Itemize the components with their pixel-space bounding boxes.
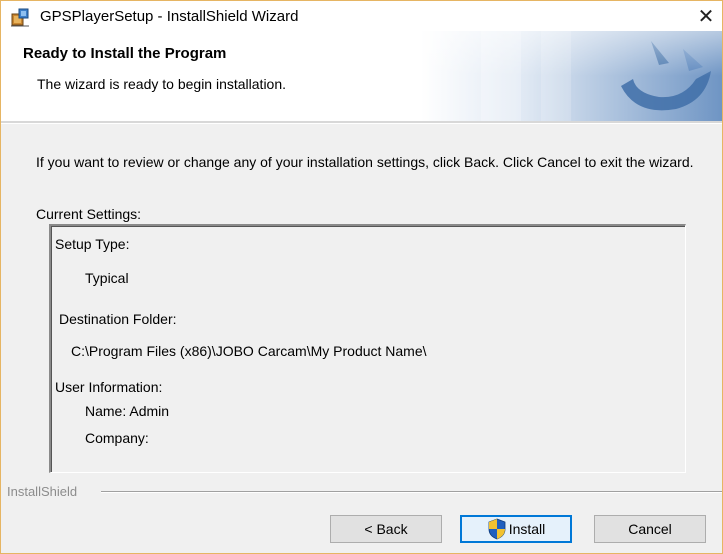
user-name-value: Name: Admin [85, 403, 170, 419]
setup-type-label: Setup Type: [55, 236, 130, 252]
installer-window: GPSPlayerSetup - InstallShield Wizard ✕ … [0, 0, 723, 554]
settings-summary[interactable]: Setup Type: Typical Destination Folder: … [49, 224, 686, 473]
window-title: GPSPlayerSetup - InstallShield Wizard [40, 8, 299, 25]
banner-title: Ready to Install the Program [23, 45, 227, 62]
uac-shield-icon [488, 518, 506, 540]
banner-subtitle: The wizard is ready to begin installatio… [37, 76, 287, 92]
close-button[interactable]: ✕ [690, 1, 722, 31]
current-settings-label: Current Settings: [36, 206, 142, 222]
destination-folder-value: C:\Program Files (x86)\JOBO Carcam\My Pr… [71, 343, 427, 359]
install-button-label: Install [508, 521, 546, 537]
instructions-text: If you want to review or change any of y… [36, 154, 694, 170]
banner-separator [1, 121, 722, 124]
footer-separator [101, 491, 722, 493]
header-banner: Ready to Install the Program The wizard … [1, 31, 722, 121]
user-info-label: User Information: [55, 379, 163, 395]
back-button[interactable]: < Back [330, 515, 442, 543]
installshield-brand: InstallShield [7, 484, 78, 499]
install-button[interactable]: Install [460, 515, 572, 543]
destination-folder-label: Destination Folder: [59, 311, 177, 327]
cancel-button[interactable]: Cancel [594, 515, 706, 543]
title-bar: GPSPlayerSetup - InstallShield Wizard ✕ [1, 1, 722, 31]
setup-type-value: Typical [85, 270, 129, 286]
close-icon: ✕ [697, 5, 715, 28]
banner-graphic [421, 31, 722, 121]
installer-icon [11, 8, 29, 27]
company-value: Company: [85, 430, 149, 446]
